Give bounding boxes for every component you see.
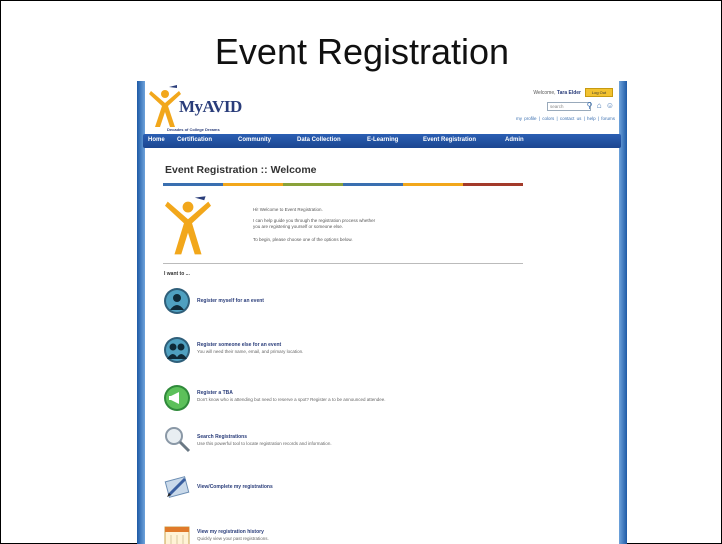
header-icons: ⚲ ⌂ ☺ xyxy=(587,101,615,110)
avid-mascot-icon xyxy=(165,196,211,255)
option-registration-history[interactable]: View my registration history Quickly vie… xyxy=(163,523,563,544)
logo-text: MyAVID xyxy=(179,97,242,116)
people-icon[interactable]: ☺ xyxy=(606,101,615,110)
nav-home[interactable]: Home xyxy=(148,137,165,143)
option-title[interactable]: Register myself for an event xyxy=(197,298,264,304)
option-register-someone-else[interactable]: Register someone else for an event You w… xyxy=(163,336,563,366)
slide: Event Registration MyAVID Decades of Col… xyxy=(0,0,722,544)
search-icon[interactable]: ⚲ xyxy=(587,101,594,110)
person-icon xyxy=(164,288,190,314)
option-title[interactable]: View my registration history xyxy=(197,529,264,535)
left-blue-border xyxy=(137,81,145,544)
option-subtitle: Use this powerful tool to locate registr… xyxy=(197,441,332,446)
option-title[interactable]: Search Registrations xyxy=(197,434,247,440)
logo-tagline: Decades of College Dreams xyxy=(167,127,220,132)
nav-e-learning[interactable]: E-Learning xyxy=(367,137,398,143)
intro-line-2: you are registering yourself or someone … xyxy=(253,224,344,229)
logout-button[interactable]: Log Out xyxy=(585,88,613,97)
option-subtitle: Quickly view your past registrations. xyxy=(197,536,269,541)
search-input[interactable]: search xyxy=(547,102,591,111)
calendar-icon xyxy=(164,526,190,544)
nav-certification[interactable]: Certification xyxy=(177,137,212,143)
slide-title: Event Registration xyxy=(214,31,510,72)
welcome-prefix: Welcome, xyxy=(533,90,556,96)
option-subtitle: Don't know who is attending but need to … xyxy=(197,397,386,402)
option-register-tba[interactable]: Register a TBA Don't know who is attendi… xyxy=(163,384,563,414)
home-icon[interactable]: ⌂ xyxy=(597,101,603,110)
page-title: Event Registration :: Welcome xyxy=(165,164,317,176)
page-screenshot: MyAVID Decades of College Dreams Welcome… xyxy=(137,81,627,544)
edit-icon xyxy=(164,476,190,498)
nav-community[interactable]: Community xyxy=(238,137,271,143)
section-divider xyxy=(163,263,523,264)
right-blue-border xyxy=(619,81,627,544)
option-search-registrations[interactable]: Search Registrations Use this powerful t… xyxy=(163,425,563,455)
myavid-logo[interactable]: MyAVID Decades of College Dreams xyxy=(149,83,269,132)
option-view-complete-registrations[interactable]: View/Complete my registrations xyxy=(163,473,563,503)
nav-admin[interactable]: Admin xyxy=(505,137,524,143)
option-title[interactable]: Register someone else for an event xyxy=(197,342,281,348)
option-register-myself[interactable]: Register myself for an event xyxy=(163,287,563,317)
option-subtitle: You will need their name, email, and pri… xyxy=(197,349,304,354)
nav-data-collection[interactable]: Data Collection xyxy=(297,137,341,143)
people-icon xyxy=(164,337,190,363)
option-title[interactable]: View/Complete my registrations xyxy=(197,484,273,490)
intro-line-3: To begin, please choose one of the optio… xyxy=(253,237,353,242)
user-name: Tara Elder xyxy=(556,90,581,96)
megaphone-icon xyxy=(164,385,190,411)
option-title[interactable]: Register a TBA xyxy=(197,390,233,396)
nav-event-registration[interactable]: Event Registration xyxy=(423,137,476,143)
magnifier-icon xyxy=(165,427,191,453)
main-nav: Home Certification Community Data Collec… xyxy=(143,134,621,148)
i-want-to-label: I want to ... xyxy=(164,271,190,277)
title-color-bar xyxy=(163,183,523,186)
avid-figure-icon xyxy=(149,85,181,127)
header-links[interactable]: my profile | colors | contact us | help … xyxy=(516,116,615,121)
intro-greeting: Hi! Welcome to Event Registration. xyxy=(253,207,323,212)
welcome-text: Welcome, Tara Elder xyxy=(533,90,581,96)
